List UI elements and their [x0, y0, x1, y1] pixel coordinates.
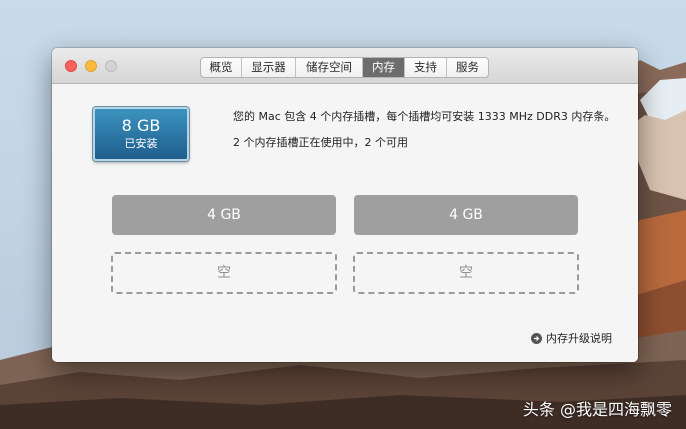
arrow-right-circle-icon — [531, 332, 542, 344]
memory-slot-1: 4 GB — [112, 195, 336, 235]
tab-storage[interactable]: 储存空间 — [295, 58, 362, 77]
memory-total: 8 GB — [121, 116, 161, 135]
close-button[interactable] — [65, 60, 77, 72]
tab-service[interactable]: 服务 — [446, 58, 488, 77]
minimize-button[interactable] — [85, 60, 97, 72]
tab-overview[interactable]: 概览 — [201, 58, 241, 77]
memory-upgrade-link[interactable]: 内存升级说明 — [531, 330, 612, 346]
memory-installed-label: 已安装 — [124, 137, 158, 150]
upgrade-link-label: 内存升级说明 — [546, 332, 612, 345]
tab-displays[interactable]: 显示器 — [241, 58, 295, 77]
title-bar[interactable]: 概览 显示器 储存空间 内存 支持 服务 — [52, 48, 638, 84]
memory-panel: 8 GB 已安装 您的 Mac 包含 4 个内存插槽，每个插槽均可安装 1333… — [52, 84, 638, 362]
memory-chip-icon: 8 GB 已安装 — [93, 107, 189, 161]
watermark: 头条 @我是四海飘零 — [522, 400, 672, 419]
slot-usage-text: 2 个内存插槽正在使用中，2 个可用 — [233, 136, 408, 149]
tab-support[interactable]: 支持 — [404, 58, 446, 77]
tab-memory[interactable]: 内存 — [362, 58, 404, 77]
about-this-mac-window: 概览 显示器 储存空间 内存 支持 服务 8 GB 已安装 您的 Mac 包含 … — [52, 48, 638, 362]
tab-bar: 概览 显示器 储存空间 内存 支持 服务 — [200, 57, 489, 78]
memory-slot-4: 空 — [353, 252, 579, 294]
memory-slot-3: 空 — [111, 252, 337, 294]
zoom-button[interactable] — [105, 60, 117, 72]
memory-description: 您的 Mac 包含 4 个内存插槽，每个插槽均可安装 1333 MHz DDR3… — [233, 110, 616, 123]
memory-slot-2: 4 GB — [354, 195, 578, 235]
